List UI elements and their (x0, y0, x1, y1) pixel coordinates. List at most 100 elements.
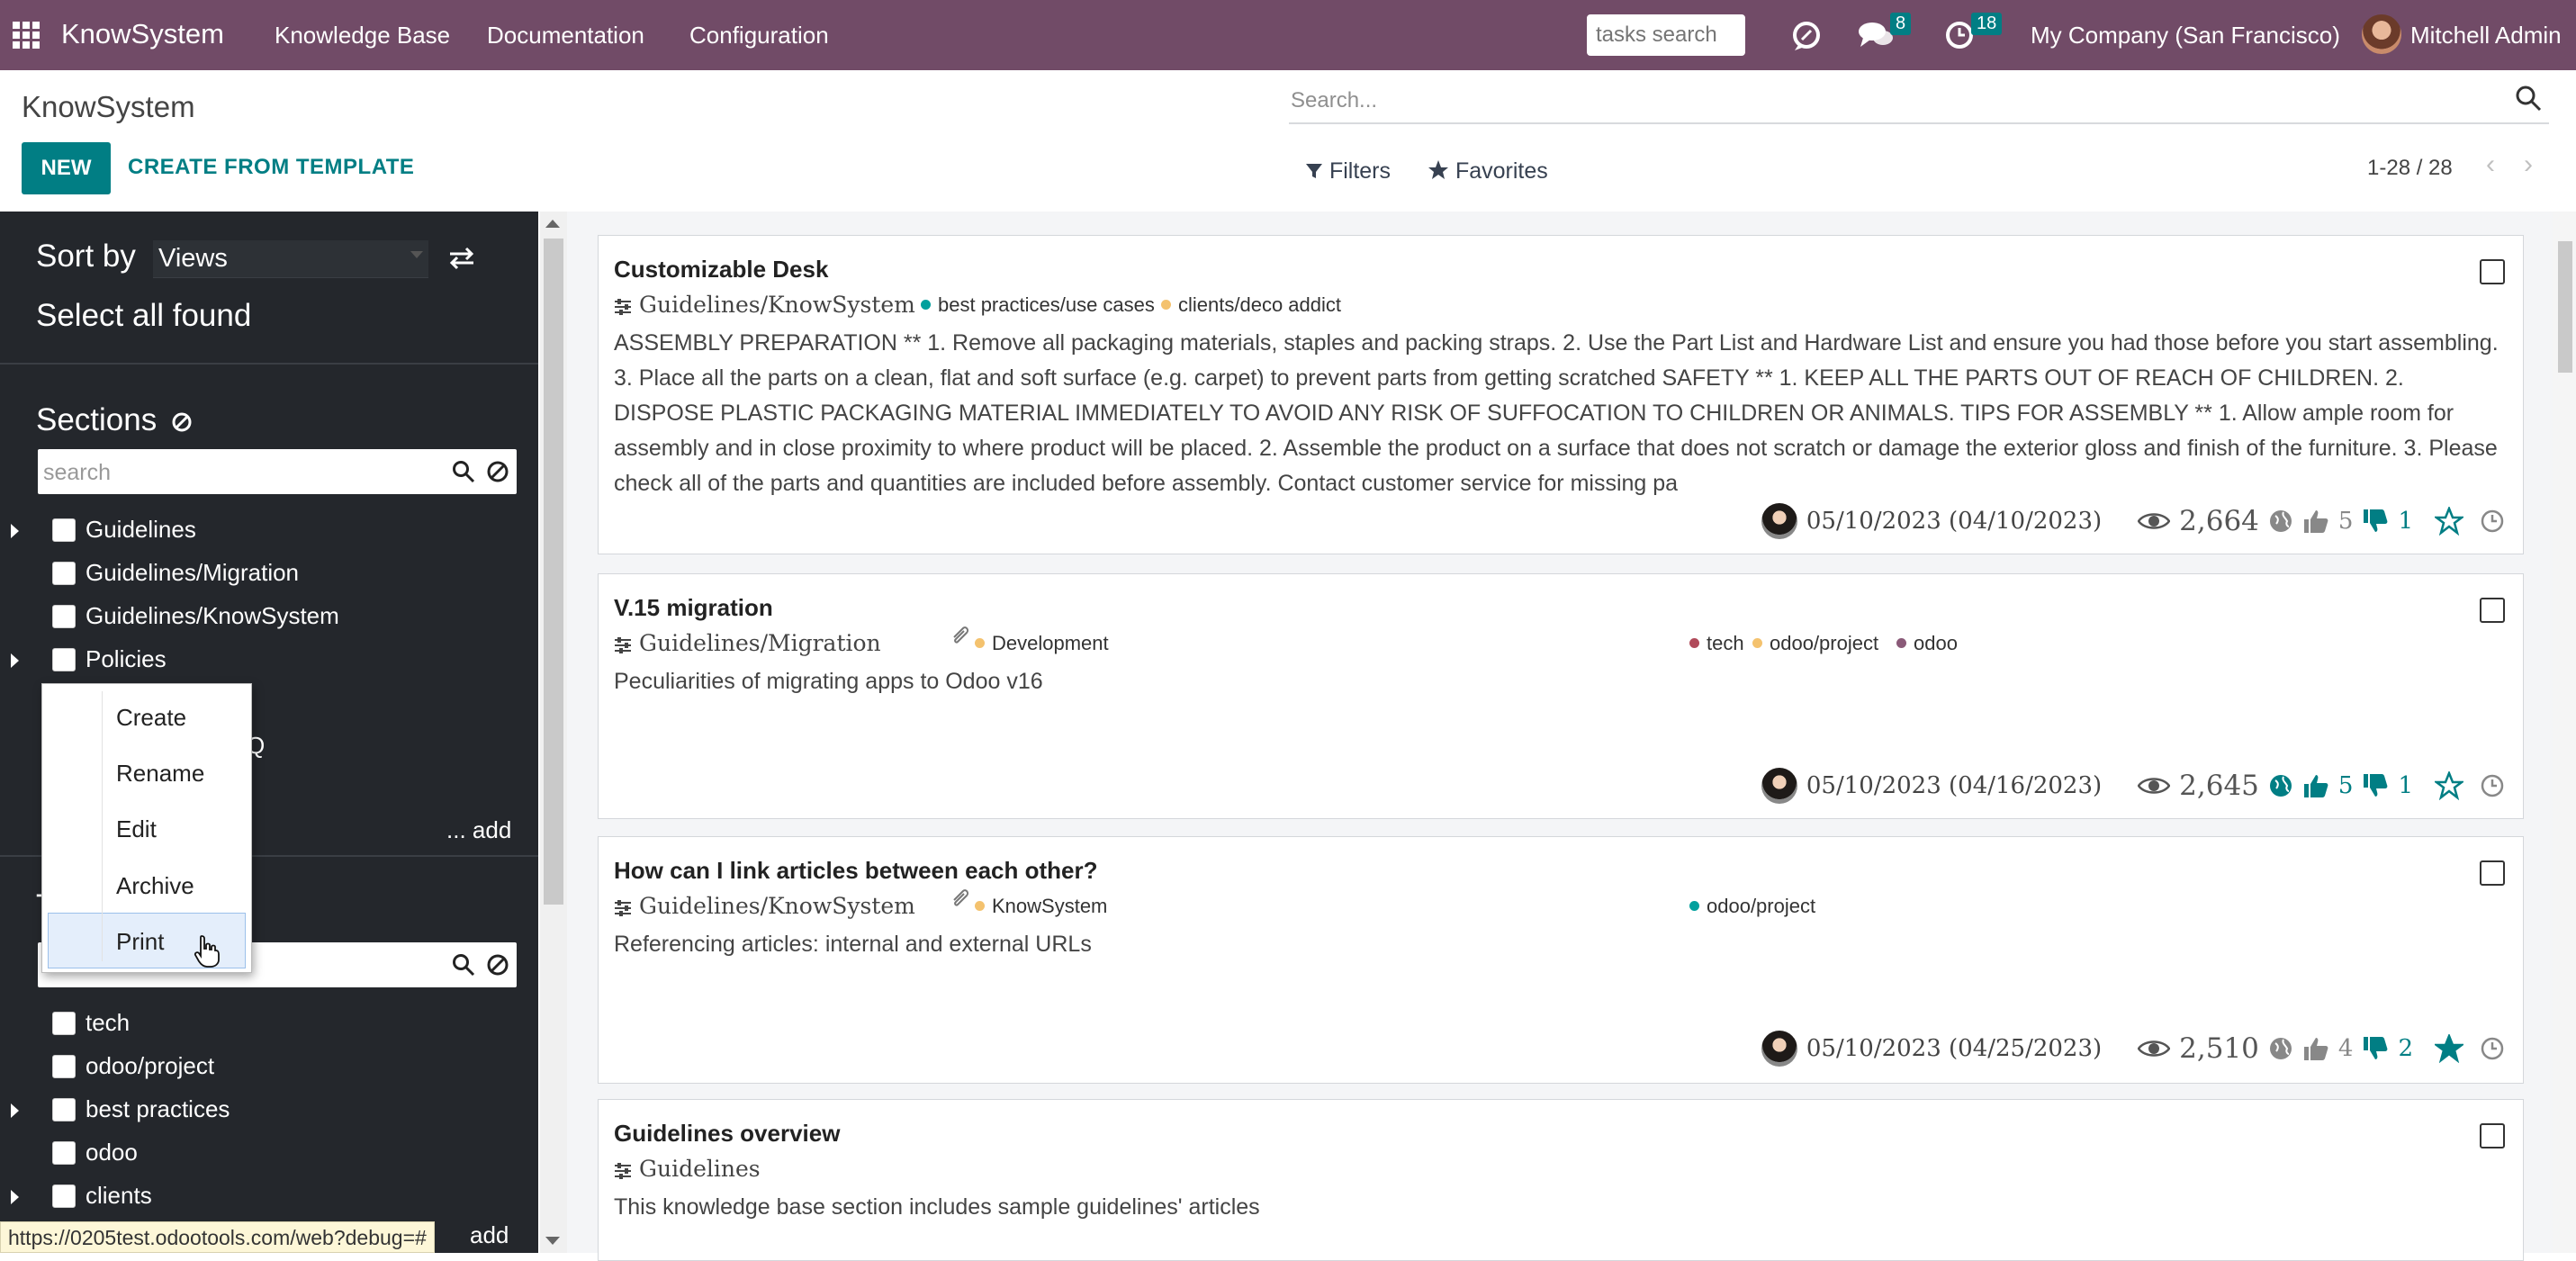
clear-icon[interactable] (486, 460, 509, 488)
article-tag[interactable]: odoo/project (1689, 895, 1815, 918)
menu-knowledge-base[interactable]: Knowledge Base (275, 22, 450, 50)
article-card[interactable]: Customizable Desk Guidelines/KnowSystem … (598, 235, 2524, 554)
globe-icon[interactable] (2268, 509, 2293, 534)
tag-label[interactable]: clients (86, 1182, 152, 1210)
sections-search-input[interactable]: search (38, 449, 517, 494)
tags-add-link[interactable]: add (470, 1221, 509, 1249)
clear-icon[interactable] (486, 953, 509, 981)
tag-label[interactable]: odoo/project (86, 1052, 214, 1080)
expand-caret-icon[interactable] (11, 1190, 19, 1204)
menu-documentation[interactable]: Documentation (487, 22, 644, 50)
search-icon[interactable] (452, 460, 475, 488)
article-title[interactable]: How can I link articles between each oth… (614, 857, 1098, 885)
user-avatar[interactable] (2362, 14, 2401, 54)
activity-clock-icon[interactable] (1944, 20, 1975, 55)
tag-label[interactable]: odoo (86, 1139, 138, 1166)
section-label[interactable]: Guidelines (86, 516, 196, 544)
globe-icon[interactable] (2268, 1036, 2293, 1061)
article-card[interactable]: Guidelines overview Guidelines This know… (598, 1099, 2524, 1261)
favorites-button[interactable]: Favorites (1428, 158, 1548, 185)
article-tag[interactable]: best practices/use cases (921, 293, 1155, 317)
tag-label[interactable]: best practices (86, 1095, 230, 1123)
article-card[interactable]: How can I link articles between each oth… (598, 836, 2524, 1084)
context-archive[interactable]: Archive (116, 872, 194, 900)
section-checkbox[interactable] (52, 648, 76, 671)
main-scrollbar-thumb[interactable] (2558, 241, 2572, 373)
search-bar[interactable]: Search... (1289, 79, 2549, 124)
sort-direction-icon[interactable] (448, 246, 475, 275)
clear-icon[interactable] (171, 411, 193, 433)
sections-add-link[interactable]: ... add (446, 816, 511, 844)
tag-checkbox[interactable] (52, 1141, 76, 1165)
filters-button[interactable]: Filters (1305, 158, 1391, 185)
search-icon[interactable] (452, 953, 475, 981)
search-icon[interactable] (2515, 85, 2542, 116)
tag-item-odoo-project[interactable]: odoo/project (0, 1049, 504, 1085)
apps-menu-icon[interactable] (13, 22, 40, 49)
refresh-icon[interactable] (1789, 18, 1824, 57)
article-tag[interactable]: Development (975, 632, 1109, 655)
create-from-template-button[interactable]: CREATE FROM TEMPLATE (128, 155, 414, 180)
app-brand[interactable]: KnowSystem (61, 18, 224, 50)
section-checkbox[interactable] (52, 605, 76, 628)
menu-configuration[interactable]: Configuration (689, 22, 829, 50)
tasks-search-input[interactable] (1587, 14, 1745, 56)
section-checkbox[interactable] (52, 562, 76, 585)
tag-checkbox[interactable] (52, 1098, 76, 1121)
thumbs-down-icon[interactable] (2362, 508, 2389, 535)
activity-clock-icon[interactable] (2480, 509, 2505, 534)
globe-icon[interactable] (2268, 773, 2293, 798)
pager-next-icon[interactable]: › (2524, 149, 2533, 180)
tag-checkbox[interactable] (52, 1184, 76, 1208)
thumbs-down-icon[interactable] (2362, 1035, 2389, 1062)
section-item-guidelines[interactable]: Guidelines (0, 513, 504, 549)
thumbs-up-icon[interactable] (2302, 772, 2329, 799)
article-select-checkbox[interactable] (2480, 860, 2505, 886)
pager-previous-icon[interactable]: ‹ (2486, 149, 2495, 180)
article-tag[interactable]: tech (1689, 632, 1744, 655)
context-edit[interactable]: Edit (116, 815, 157, 843)
select-all-found[interactable]: Select all found (36, 298, 251, 334)
section-label[interactable]: Policies (86, 645, 167, 673)
expand-caret-icon[interactable] (11, 653, 19, 668)
context-create[interactable]: Create (116, 704, 186, 732)
article-tag[interactable]: odoo (1896, 632, 1958, 655)
favorite-star-icon[interactable] (2435, 507, 2463, 536)
context-print[interactable]: Print (116, 928, 164, 956)
context-rename[interactable]: Rename (116, 760, 204, 788)
tag-item-tech[interactable]: tech (0, 1006, 504, 1042)
tag-label[interactable]: tech (86, 1009, 130, 1037)
search-input[interactable]: Search... (1291, 88, 1377, 113)
article-tag[interactable]: odoo/project (1752, 632, 1878, 655)
thumbs-up-icon[interactable] (2302, 508, 2329, 535)
tag-checkbox[interactable] (52, 1055, 76, 1078)
activity-clock-icon[interactable] (2480, 773, 2505, 798)
thumbs-up-icon[interactable] (2302, 1035, 2329, 1062)
tag-checkbox[interactable] (52, 1012, 76, 1035)
user-menu[interactable]: Mitchell Admin (2410, 22, 2562, 50)
article-select-checkbox[interactable] (2480, 598, 2505, 623)
article-select-checkbox[interactable] (2480, 259, 2505, 284)
expand-caret-icon[interactable] (11, 524, 19, 538)
scroll-up-icon[interactable] (545, 220, 560, 228)
section-item-policies[interactable]: Policies (0, 643, 504, 679)
article-card[interactable]: V.15 migration Guidelines/Migration Deve… (598, 573, 2524, 819)
company-switcher[interactable]: My Company (San Francisco) (2031, 22, 2340, 50)
article-title[interactable]: Customizable Desk (614, 256, 828, 284)
article-title[interactable]: V.15 migration (614, 594, 773, 622)
favorite-star-icon[interactable] (2435, 1034, 2463, 1063)
favorite-star-icon[interactable] (2435, 771, 2463, 800)
activity-clock-icon[interactable] (2480, 1036, 2505, 1061)
section-item-guidelines-migration[interactable]: Guidelines/Migration (0, 556, 504, 592)
section-item-guidelines-knowsystem[interactable]: Guidelines/KnowSystem (0, 599, 504, 635)
pager-value[interactable]: 1-28 / 28 (2367, 156, 2453, 181)
sort-by-select[interactable]: Views (153, 240, 428, 278)
thumbs-down-icon[interactable] (2362, 772, 2389, 799)
tag-item-clients[interactable]: clients (0, 1179, 504, 1215)
tag-item-odoo[interactable]: odoo (0, 1136, 504, 1172)
section-label[interactable]: Guidelines/KnowSystem (86, 602, 339, 630)
scroll-down-icon[interactable] (545, 1237, 560, 1245)
article-title[interactable]: Guidelines overview (614, 1120, 840, 1148)
messages-icon[interactable] (1858, 20, 1894, 55)
tag-item-best-practices[interactable]: best practices (0, 1093, 504, 1129)
